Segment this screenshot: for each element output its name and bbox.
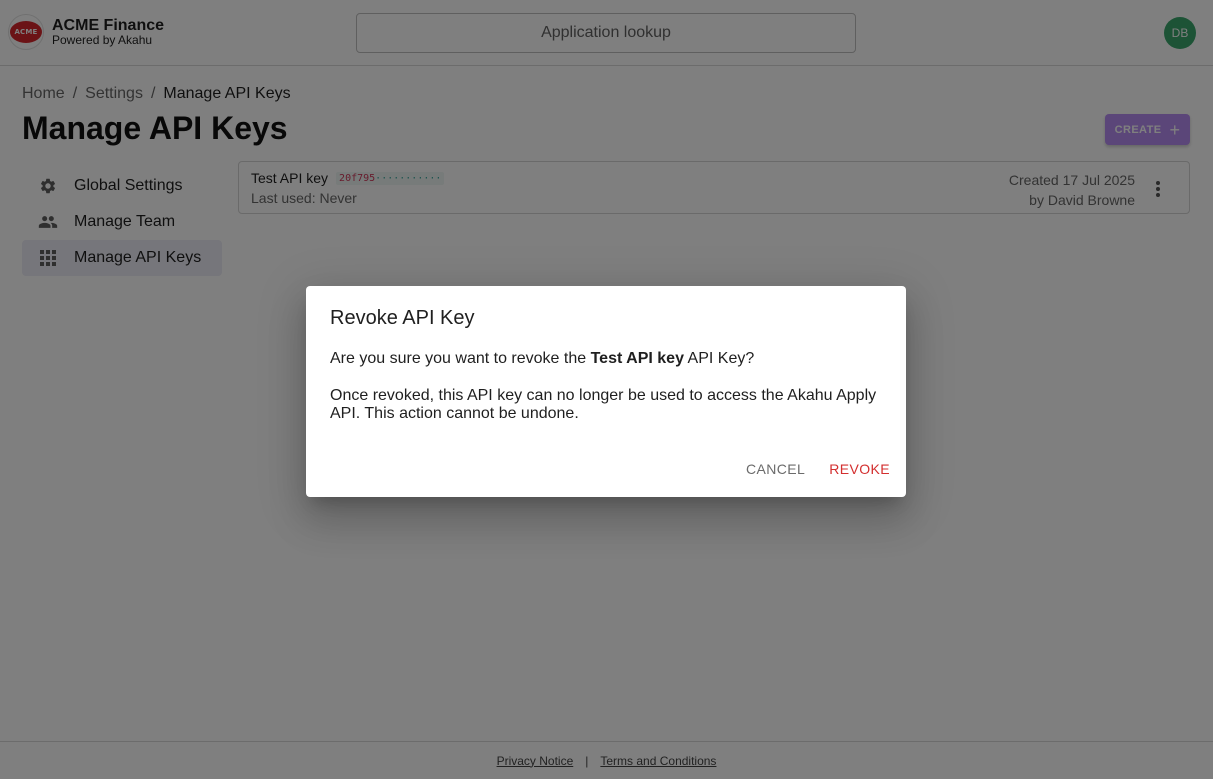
revoke-api-key-dialog: Revoke API Key Are you sure you want to …	[306, 286, 906, 497]
cancel-button[interactable]: CANCEL	[746, 461, 805, 477]
dialog-question-pre: Are you sure you want to revoke the	[330, 350, 591, 367]
dialog-question-post: API Key?	[683, 350, 755, 367]
dialog-title: Revoke API Key	[330, 307, 475, 329]
dialog-warning: Once revoked, this API key can no longer…	[330, 387, 877, 422]
dialog-question-key: Test API key	[590, 350, 684, 367]
revoke-button[interactable]: REVOKE	[829, 461, 890, 477]
dialog-question: Are you sure you want to revoke the Test…	[330, 350, 754, 368]
